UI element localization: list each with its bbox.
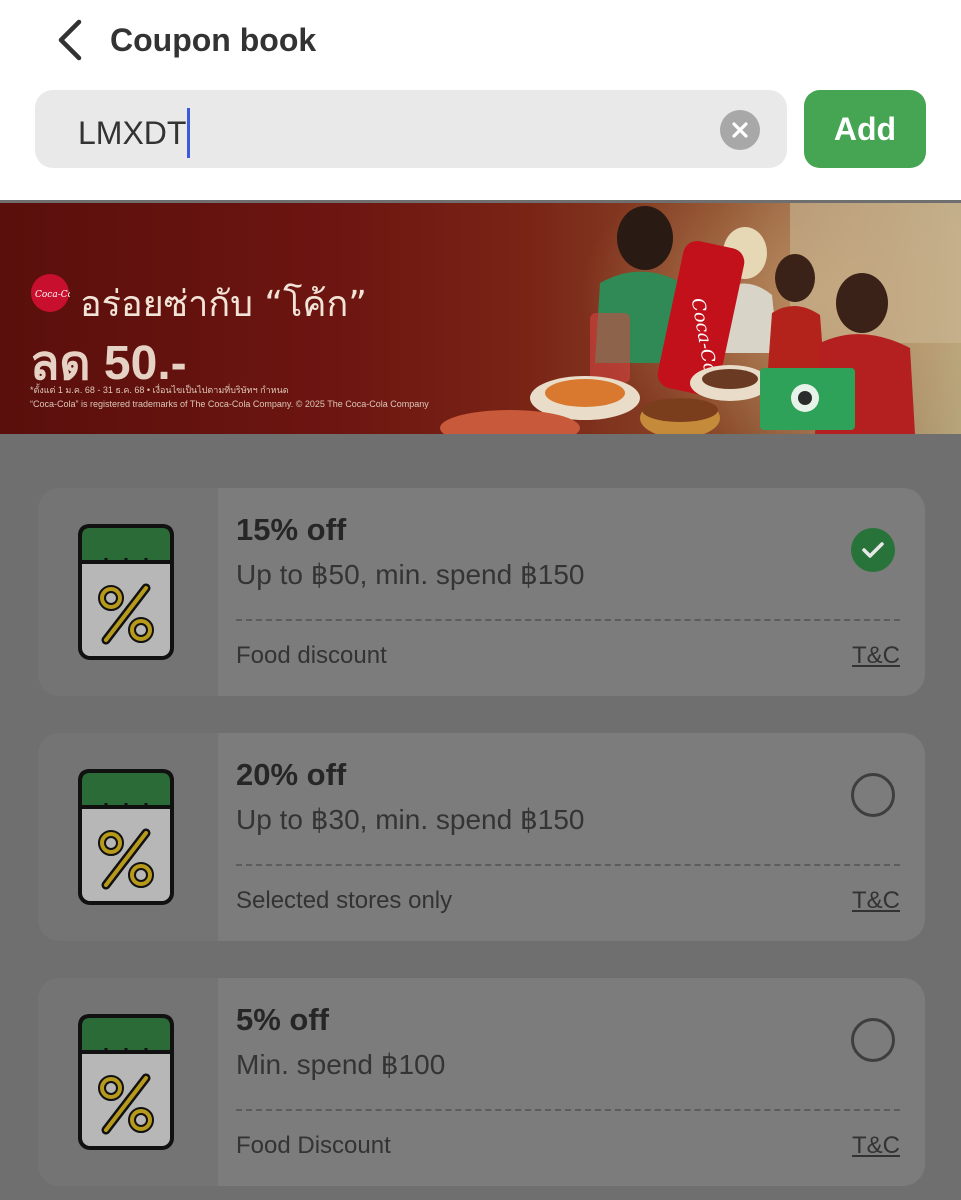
header: Coupon book LMXDT Add — [0, 0, 961, 200]
coupon-title: 20% off — [236, 757, 347, 792]
banner-fine-print: *ตั้งแต่ 1 ม.ค. 68 - 31 ธ.ค. 68 • เงื่อน… — [30, 385, 289, 395]
back-button[interactable] — [48, 14, 92, 66]
banner-illustration: Coca-Cola — [440, 203, 961, 434]
banner-headline: อร่อยซ่ากับ “โค้ก” — [80, 284, 367, 325]
coupon-tag: Food Discount — [236, 1132, 391, 1159]
coca-cola-logo-text: Coca-Cola — [35, 290, 70, 300]
coupon-subtitle: Up to ฿50, min. spend ฿150 — [236, 559, 585, 590]
coupon-icon-area — [38, 488, 218, 696]
text-caret — [187, 108, 191, 158]
coca-cola-logo-icon: Coca-Cola — [31, 274, 70, 312]
dashed-divider — [236, 619, 900, 621]
banner-trademark: “Coca-Cola” is registered trademarks of … — [30, 399, 429, 409]
chevron-left-icon — [58, 19, 82, 61]
terms-link[interactable]: T&C — [852, 887, 900, 915]
promo-banner[interactable]: Coca-Cola Coca-Cola อร่อยซ่ากับ “โค้ก” ล… — [0, 203, 961, 434]
terms-link[interactable]: T&C — [852, 642, 900, 670]
coupon-title: 15% off — [236, 512, 347, 547]
coupon-select-radio[interactable] — [851, 1018, 895, 1062]
coupon-card[interactable]: 5% off Min. spend ฿100 Food Discount T&C — [38, 978, 925, 1186]
coupon-code-input[interactable]: LMXDT — [35, 90, 787, 168]
coupon-subtitle: Up to ฿30, min. spend ฿150 — [236, 804, 585, 835]
terms-link[interactable]: T&C — [852, 1132, 900, 1160]
coupon-card[interactable]: 15% off Up to ฿50, min. spend ฿150 Food … — [38, 488, 925, 696]
coupon-code-value[interactable]: LMXDT — [78, 112, 186, 154]
dashed-divider — [236, 1109, 900, 1111]
coupon-select-radio[interactable] — [851, 528, 895, 572]
coupon-tag: Selected stores only — [236, 887, 453, 914]
discount-jar-icon — [78, 1014, 174, 1150]
clear-input-button[interactable] — [720, 110, 760, 150]
add-button[interactable]: Add — [804, 90, 926, 168]
coupon-title: 5% off — [236, 1002, 329, 1037]
coupon-tag: Food discount — [236, 642, 387, 669]
dashed-divider — [236, 864, 900, 866]
coupon-icon-area — [38, 733, 218, 941]
discount-jar-icon — [78, 769, 174, 905]
coupon-icon-area — [38, 978, 218, 1186]
page-title: Coupon book — [110, 22, 317, 58]
coupon-subtitle: Min. spend ฿100 — [236, 1049, 446, 1080]
close-icon — [732, 122, 748, 138]
coupon-card[interactable]: 20% off Up to ฿30, min. spend ฿150 Selec… — [38, 733, 925, 941]
checkmark-icon — [862, 542, 884, 558]
discount-jar-icon — [78, 524, 174, 660]
coupon-select-radio[interactable] — [851, 773, 895, 817]
